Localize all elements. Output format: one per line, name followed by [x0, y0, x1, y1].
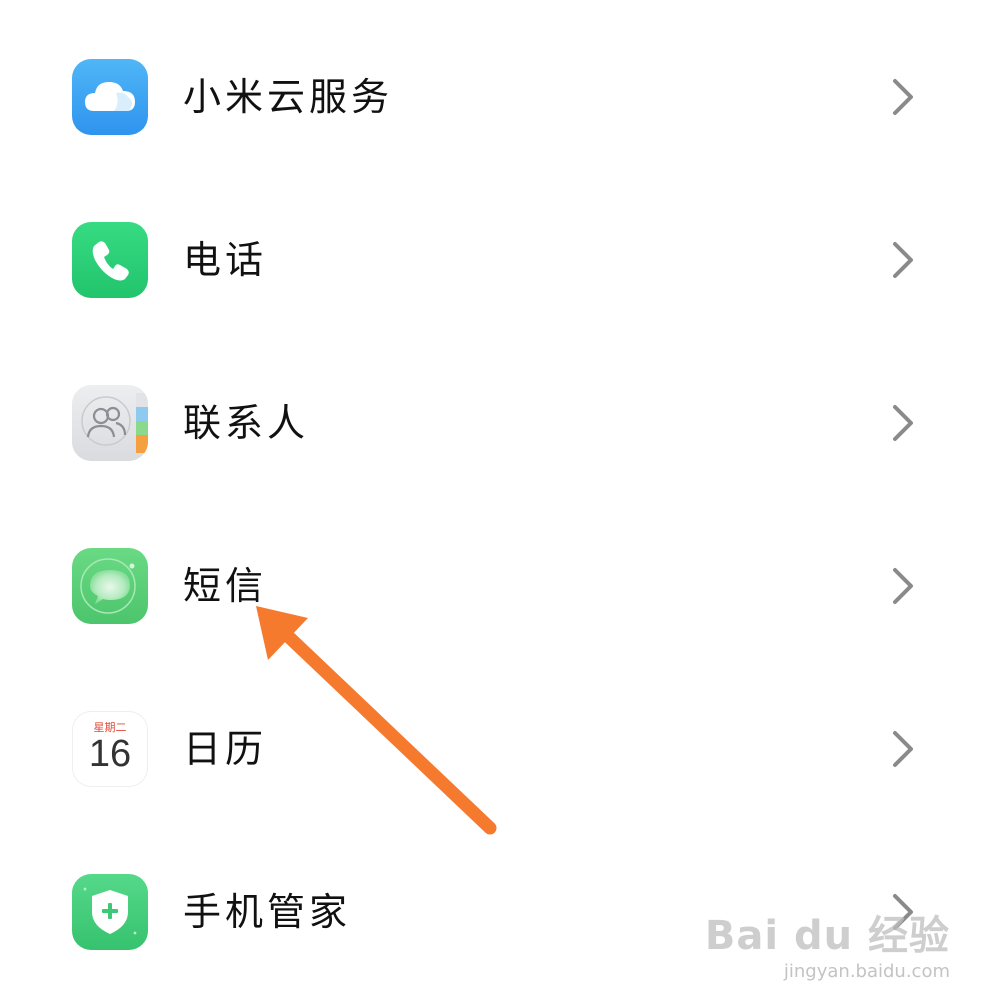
settings-item-label: 联系人 [183, 401, 310, 445]
settings-item-messages[interactable]: 短信 [0, 526, 1000, 646]
settings-screen: 小米云服务 电话 联系人 短信 星期二 16 日历 手机管家 Bai du 经验… [0, 0, 1000, 1000]
calendar-day: 16 [88, 733, 132, 775]
calendar-icon: 星期二 16 [72, 711, 148, 787]
chevron-right-icon [893, 731, 913, 767]
watermark-brand: Bai du 经验 [704, 913, 950, 959]
settings-item-phone[interactable]: 电话 [0, 200, 1000, 320]
settings-item-calendar[interactable]: 星期二 16 日历 [0, 689, 1000, 809]
watermark-url: jingyan.baidu.com [783, 961, 950, 982]
message-icon [72, 548, 148, 624]
settings-item-contacts[interactable]: 联系人 [0, 363, 1000, 483]
settings-item-label: 日历 [183, 727, 268, 771]
chevron-right-icon [893, 405, 913, 441]
settings-item-label: 小米云服务 [183, 75, 394, 119]
settings-item-label: 手机管家 [183, 890, 352, 934]
settings-item-xiaomi-cloud[interactable]: 小米云服务 [0, 37, 1000, 157]
cloud-icon [72, 59, 148, 135]
chevron-right-icon [893, 242, 913, 278]
chevron-right-icon [893, 79, 913, 115]
chevron-right-icon [893, 568, 913, 604]
contacts-icon [72, 385, 148, 461]
security-shield-icon [72, 874, 148, 950]
settings-item-label: 短信 [183, 564, 268, 608]
settings-item-label: 电话 [183, 238, 268, 282]
phone-icon [72, 222, 148, 298]
baidu-watermark: Bai du 经验 jingyan.baidu.com [705, 903, 950, 982]
